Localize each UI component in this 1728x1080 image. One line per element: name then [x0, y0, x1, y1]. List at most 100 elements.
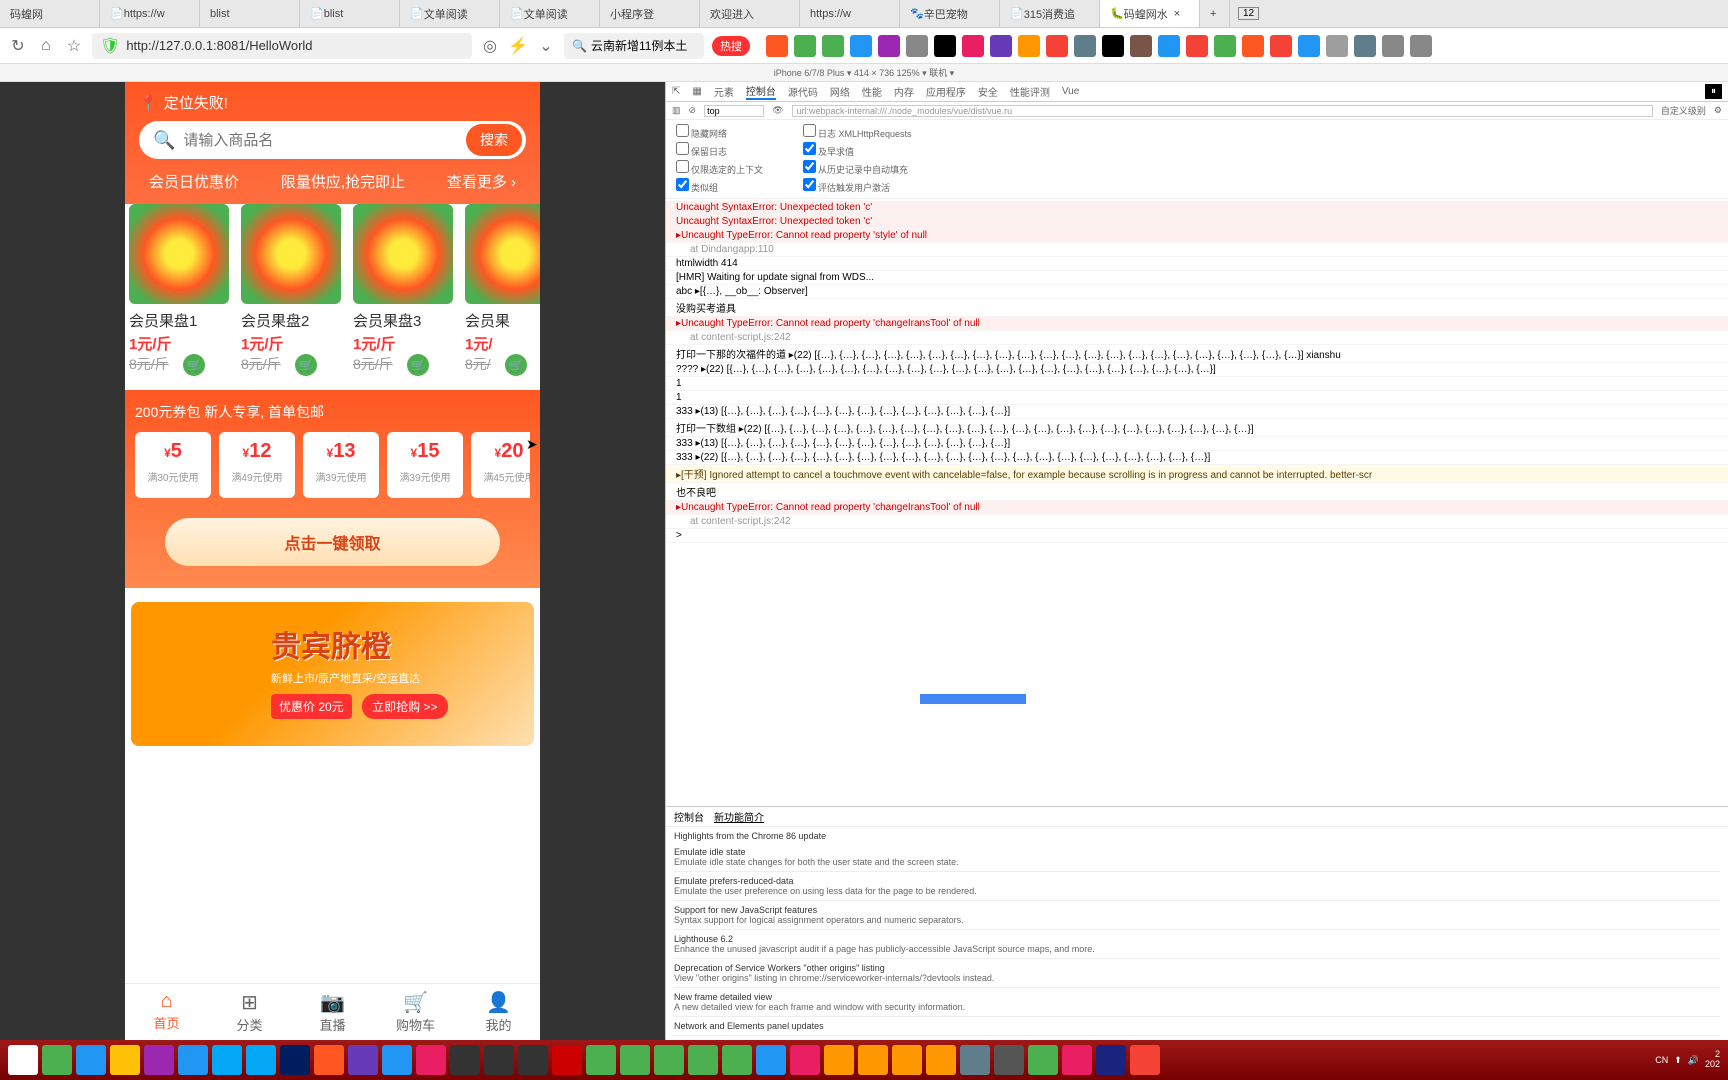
tab-cart[interactable]: 🛒购物车	[374, 984, 457, 1040]
taskbar-app[interactable]	[858, 1045, 888, 1075]
ext-icon[interactable]	[1158, 35, 1180, 57]
tray-icon[interactable]: CN	[1655, 1055, 1668, 1065]
taskbar-app[interactable]	[518, 1045, 548, 1075]
ext-icon[interactable]	[1298, 35, 1320, 57]
taskbar-app[interactable]	[824, 1045, 854, 1075]
console-setting-check[interactable]: 从历史记录中自动填充	[803, 160, 912, 176]
taskbar-app[interactable]	[416, 1045, 446, 1075]
console-log-line[interactable]: abc ▸[{…}, __ob__: Observer]	[666, 285, 1728, 299]
taskbar-app[interactable]	[178, 1045, 208, 1075]
dt-tab-lighthouse[interactable]: 性能评测	[1010, 84, 1050, 99]
tab-7[interactable]: 欢迎进入	[700, 0, 800, 27]
taskbar-app[interactable]	[620, 1045, 650, 1075]
tab-9[interactable]: 🐾 辛巴宠物	[900, 0, 1000, 27]
console-log-line[interactable]: >	[666, 529, 1728, 543]
add-cart-icon[interactable]: 🛒	[295, 354, 317, 376]
ext-icon[interactable]	[1354, 35, 1376, 57]
console-log-line[interactable]: 也不良吧	[666, 483, 1728, 501]
console-log-line[interactable]: ▸[干预] Ignored attempt to cancel a touchm…	[666, 465, 1728, 483]
coupon-card[interactable]: 15 满39元使用	[387, 432, 463, 498]
clear-console-icon[interactable]: ⊘	[689, 105, 697, 116]
ext-icon[interactable]	[990, 35, 1012, 57]
gear-icon[interactable]: ⚙	[1714, 105, 1722, 116]
dt-tab-sources[interactable]: 源代码	[788, 84, 818, 99]
dt-device-icon[interactable]: ▦	[692, 86, 701, 97]
record-icon[interactable]: ⏸	[1705, 84, 1722, 99]
claim-coupons-button[interactable]: 点击一键领取	[165, 518, 500, 566]
console-setting-check[interactable]: 保留日志	[676, 142, 763, 158]
whatsnew-item[interactable]: Lighthouse 6.2Enhance the unused javascr…	[674, 930, 1720, 959]
dt-tab-app[interactable]: 应用程序	[926, 84, 966, 99]
taskbar-app[interactable]	[212, 1045, 242, 1075]
add-cart-icon[interactable]: 🛒	[183, 354, 205, 376]
product-card[interactable]: 会员果盘3 1元/斤 8元/斤 🛒	[353, 204, 453, 376]
ext-icon[interactable]	[850, 35, 872, 57]
tab-4[interactable]: 📄 文单阅读	[400, 0, 500, 27]
console-log-line[interactable]: 333 ▸(22) [{…}, {…}, {…}, {…}, {…}, {…},…	[666, 451, 1728, 465]
search-button[interactable]: 搜索	[466, 124, 522, 156]
console-log-line[interactable]: 没购买考道具	[666, 299, 1728, 317]
taskbar-app[interactable]	[722, 1045, 752, 1075]
ext-icon[interactable]	[1270, 35, 1292, 57]
console-log-line[interactable]: 打印一下数组 ▸(22) [{…}, {…}, {…}, {…}, {…}, {…	[666, 419, 1728, 437]
add-cart-icon[interactable]: 🛒	[505, 354, 527, 376]
coupon-card[interactable]: 5 满30元使用	[135, 432, 211, 498]
console-log-line[interactable]: htmlwidth 414	[666, 257, 1728, 271]
whatsnew-item[interactable]: Support for new JavaScript featuresSynta…	[674, 901, 1720, 930]
tab-count[interactable]: 12	[1238, 7, 1259, 20]
sidebar-toggle-icon[interactable]: ▥	[672, 105, 681, 116]
ext-icon[interactable]	[934, 35, 956, 57]
taskbar-app[interactable]	[756, 1045, 786, 1075]
coupon-list[interactable]: 5 满30元使用 12 满49元使用 13 满39元使用 15 满39元使用 2…	[135, 432, 530, 498]
console-setting-check[interactable]: 及早求值	[803, 142, 912, 158]
taskbar-app[interactable]	[484, 1045, 514, 1075]
url-input[interactable]: 🛡 http://127.0.0.1:8081/HelloWorld	[92, 33, 472, 59]
taskbar-app[interactable]	[450, 1045, 480, 1075]
console-log-line[interactable]: 1	[666, 391, 1728, 405]
console-log-line[interactable]: ▸Uncaught TypeError: Cannot read propert…	[666, 317, 1728, 331]
add-cart-icon[interactable]: 🛒	[407, 354, 429, 376]
whatsnew-item[interactable]: New frame detailed viewA new detailed vi…	[674, 988, 1720, 1017]
whatsnew-item[interactable]: Emulate prefers-reduced-dataEmulate the …	[674, 872, 1720, 901]
eye-icon[interactable]: 👁	[772, 105, 783, 116]
ext-icon[interactable]	[962, 35, 984, 57]
scope-select[interactable]	[704, 105, 764, 117]
ext-icon[interactable]	[1242, 35, 1264, 57]
taskbar-app[interactable]	[1130, 1045, 1160, 1075]
product-card[interactable]: 会员果 1元/ 8元/ 🛒	[465, 204, 540, 376]
ext-icon[interactable]	[1046, 35, 1068, 57]
tray-icon[interactable]: 🔊	[1688, 1055, 1699, 1066]
ext-icon[interactable]	[1382, 35, 1404, 57]
ext-icon[interactable]	[1186, 35, 1208, 57]
coupon-card[interactable]: 20 满45元使用	[471, 432, 530, 498]
ext-icon[interactable]	[794, 35, 816, 57]
whatsnew-item[interactable]: Network and Elements panel updates	[674, 1017, 1720, 1036]
ext-icon[interactable]	[1326, 35, 1348, 57]
console-log-line[interactable]: 打印一下那的次福件的道 ▸(22) [{…}, {…}, {…}, {…}, {…	[666, 345, 1728, 363]
dt-tab-vue[interactable]: Vue	[1062, 86, 1079, 97]
dt-tab-security[interactable]: 安全	[978, 84, 998, 99]
tab-10[interactable]: 📄 315消费追	[1000, 0, 1100, 27]
flash-icon[interactable]: ⚡	[508, 36, 528, 56]
drawer-tab-whatsnew[interactable]: 新功能简介	[714, 809, 764, 824]
drawer-tab-console[interactable]: 控制台	[674, 809, 704, 824]
target-icon[interactable]: ◎	[480, 36, 500, 56]
taskbar-app[interactable]	[246, 1045, 276, 1075]
tab-8[interactable]: https://w	[800, 0, 900, 27]
console-log-line[interactable]: ???? ▸(22) [{…}, {…}, {…}, {…}, {…}, {…}…	[666, 363, 1728, 377]
console-setting-check[interactable]: 日志 XMLHttpRequests	[803, 124, 912, 140]
console-log-line[interactable]: at content-script.js:242	[666, 331, 1728, 345]
whatsnew-item[interactable]: Emulate idle stateEmulate idle state cha…	[674, 843, 1720, 872]
product-search[interactable]: 🔍 搜索	[139, 121, 526, 159]
dt-tab-console[interactable]: 控制台	[746, 83, 776, 100]
clock[interactable]: 2 202	[1705, 1050, 1720, 1070]
dt-tab-memory[interactable]: 内存	[894, 84, 914, 99]
tray-icon[interactable]: ⬆	[1674, 1055, 1682, 1066]
tab-category[interactable]: ⊞分类	[208, 984, 291, 1040]
taskbar-app[interactable]	[926, 1045, 956, 1075]
taskbar-app[interactable]	[688, 1045, 718, 1075]
hot-search-badge[interactable]: 热搜	[712, 36, 750, 56]
browser-search[interactable]: 🔍云南新增11例本土	[564, 33, 704, 59]
console-output[interactable]: Uncaught SyntaxError: Unexpected token '…	[666, 199, 1728, 806]
tab-0[interactable]: 码蝗网	[0, 0, 100, 27]
